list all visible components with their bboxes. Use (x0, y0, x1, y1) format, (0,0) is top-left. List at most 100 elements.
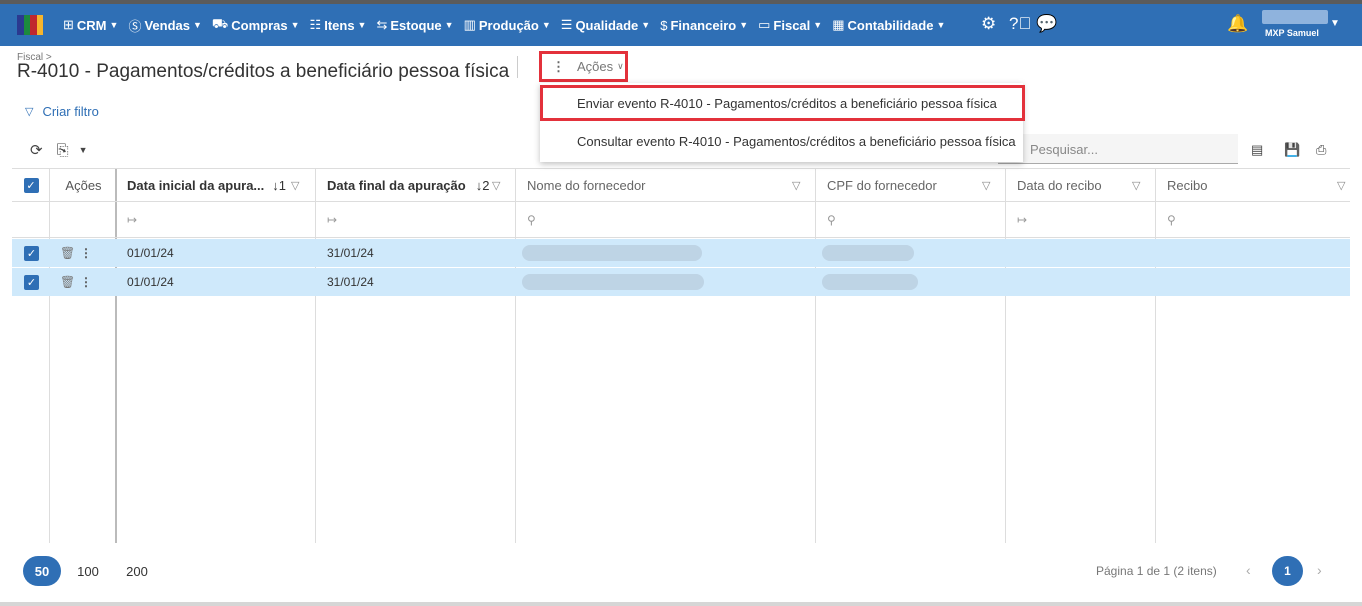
factory-icon: ▥ (463, 17, 476, 32)
date-range-filter[interactable]: ↦ (117, 202, 316, 238)
chevron-down-icon[interactable]: ▼ (1330, 18, 1340, 29)
header-recibo[interactable]: Recibo (1156, 169, 1350, 202)
refresh-icon[interactable]: ⟳ (30, 141, 43, 159)
filter-row-cell (12, 202, 50, 238)
actions-button[interactable]: ⋮ Ações ∨ (539, 51, 628, 82)
filter-row-cell (50, 202, 117, 238)
main-menu: ⊞ CRM ▼ Ⓢ Vendas ▼ ⛟ Compras ▼ ☷ Itens ▼ ⇆ Estoqu… (63, 4, 955, 46)
nav-itens[interactable]: ☷ Itens ▼ (310, 17, 367, 33)
trash-icon[interactable]: 🗑 (60, 239, 75, 267)
page-size-100[interactable]: 100 (69, 556, 107, 586)
redacted-text (822, 245, 914, 261)
date-range-filter[interactable]: ↦ (1006, 202, 1156, 238)
columns-icon[interactable]: ▤ (1251, 142, 1263, 158)
nav-contabilidade[interactable]: ▦ Contabilidade ▼ (832, 17, 945, 33)
check-icon: ✓ (24, 274, 39, 290)
trash-icon[interactable]: 🗑 (60, 268, 75, 296)
chevron-down-icon: ▼ (936, 20, 946, 30)
header-data-final[interactable]: Data final da apuração ↓2 (316, 169, 516, 202)
money-bag-icon: $ (660, 17, 668, 33)
chevron-down-icon: ▼ (813, 20, 823, 30)
range-icon: ↦ (1017, 212, 1028, 227)
column-filter-icon[interactable]: ▽ (291, 179, 299, 192)
bell-icon[interactable]: 🔔 (1227, 14, 1248, 34)
menu-item-send-event[interactable]: Enviar evento R-4010 - Pagamentos/crédit… (540, 85, 1025, 121)
date-range-filter[interactable]: ↦ (316, 202, 516, 238)
select-all-checkbox[interactable]: ✓ (23, 177, 39, 193)
grid-toolbar: ⟳ ⎘ ▼ (30, 141, 88, 160)
help-icon[interactable]: ?⃝ (1009, 14, 1031, 34)
page-title: R-4010 - Pagamentos/créditos a beneficiá… (17, 61, 510, 82)
chat-icon[interactable]: 💬 (1036, 14, 1057, 34)
row-checkbox[interactable]: ✓ (24, 268, 39, 296)
redacted-text (522, 274, 704, 290)
save-icon[interactable]: 💾 (1284, 142, 1300, 158)
nav-vendas[interactable]: Ⓢ Vendas ▼ (128, 16, 201, 35)
chevron-down-icon: ▼ (541, 20, 551, 30)
header-nome-fornecedor[interactable]: Nome do fornecedor (516, 169, 816, 202)
export-icon[interactable]: ⎘ (57, 142, 69, 159)
nav-producao[interactable]: ▥ Produção ▼ (464, 17, 551, 33)
column-filter-icon[interactable]: ▽ (1132, 179, 1140, 192)
page-info: Página 1 de 1 (2 itens) (1096, 564, 1217, 578)
text-filter[interactable]: ⚲ (816, 202, 1006, 238)
check-icon: ✓ (24, 245, 39, 261)
gear-icon[interactable]: ⚙ (981, 14, 996, 34)
page-size-50[interactable]: 50 (23, 556, 61, 586)
cart-icon: ⛟ (211, 16, 229, 31)
column-filter-icon[interactable]: ▽ (492, 179, 500, 192)
list-icon: ☷ (309, 17, 322, 32)
crm-icon: ⊞ (63, 17, 74, 32)
user-name[interactable]: MXP Samuel (1265, 28, 1319, 38)
actions-menu: Enviar evento R-4010 - Pagamentos/crédit… (540, 83, 1025, 162)
chevron-down-icon: ▼ (641, 20, 651, 30)
cell-cpf-fornecedor (822, 268, 918, 296)
page-size-200[interactable]: 200 (118, 556, 156, 586)
caret-down-icon[interactable]: ▼ (79, 145, 88, 155)
cell-cpf-fornecedor (822, 239, 914, 267)
header-data-inicial[interactable]: Data inicial da apura... ↓1 (117, 169, 316, 202)
nav-estoque[interactable]: ⇆ Estoque ▼ (376, 17, 453, 33)
chevron-down-icon: ▼ (444, 20, 454, 30)
chevron-down-icon: ▼ (739, 20, 749, 30)
app-logo[interactable] (17, 15, 43, 35)
column-filter-icon[interactable]: ▽ (1337, 179, 1345, 192)
more-vertical-icon[interactable]: ⋮ (80, 268, 92, 296)
column-filter-icon[interactable]: ▽ (792, 179, 800, 192)
cell-data-final: 31/01/24 (327, 275, 374, 289)
row-checkbox[interactable]: ✓ (24, 239, 39, 267)
avatar[interactable] (1262, 10, 1328, 24)
chevron-down-icon: ∨ (617, 61, 624, 71)
chevron-left-icon[interactable]: ‹ (1246, 562, 1251, 578)
nav-fiscal[interactable]: ▭ Fiscal ▼ (758, 17, 822, 33)
reset-layout-icon[interactable]: ⎙ (1316, 142, 1326, 158)
nav-financeiro[interactable]: $ Financeiro ▼ (660, 18, 748, 33)
top-navbar: ⊞ CRM ▼ Ⓢ Vendas ▼ ⛟ Compras ▼ ☷ Itens ▼ ⇆ Estoqu… (0, 0, 1362, 46)
window-bottom-border (0, 602, 1362, 606)
nav-crm[interactable]: ⊞ CRM ▼ (63, 17, 118, 33)
stock-icon: ⇆ (376, 17, 388, 32)
search-icon: ⚲ (1167, 212, 1176, 227)
cell-data-inicial: 01/01/24 (127, 246, 174, 260)
chevron-right-icon[interactable]: › (1317, 562, 1322, 578)
header-cpf-fornecedor[interactable]: CPF do fornecedor (816, 169, 1006, 202)
column-filter-icon[interactable]: ▽ (982, 179, 990, 192)
document-icon: ▭ (758, 17, 771, 32)
data-grid: ✓ Ações Data inicial da apura... ↓1 ▽ Da… (12, 168, 1350, 543)
chevron-down-icon: ▼ (192, 20, 202, 30)
text-filter[interactable]: ⚲ (516, 202, 816, 238)
search-input[interactable]: Pesquisar... (998, 134, 1238, 164)
create-filter-link[interactable]: ▽ Criar filtro (25, 104, 99, 119)
filter-icon: ▽ (25, 106, 34, 118)
search-icon: ⚲ (527, 212, 536, 227)
menu-item-query-event[interactable]: Consultar evento R-4010 - Pagamentos/cré… (540, 123, 1023, 159)
calculator-icon: ▦ (832, 17, 845, 32)
nav-qualidade[interactable]: ☰ Qualidade ▼ (561, 17, 650, 33)
page-number[interactable]: 1 (1272, 556, 1303, 586)
text-filter[interactable]: ⚲ (1156, 202, 1350, 238)
nav-compras[interactable]: ⛟ Compras ▼ (212, 16, 300, 34)
cell-data-final: 31/01/24 (327, 246, 374, 260)
dollar-icon: Ⓢ (128, 18, 142, 34)
more-vertical-icon[interactable]: ⋮ (80, 239, 92, 267)
cell-nome-fornecedor (522, 239, 702, 267)
